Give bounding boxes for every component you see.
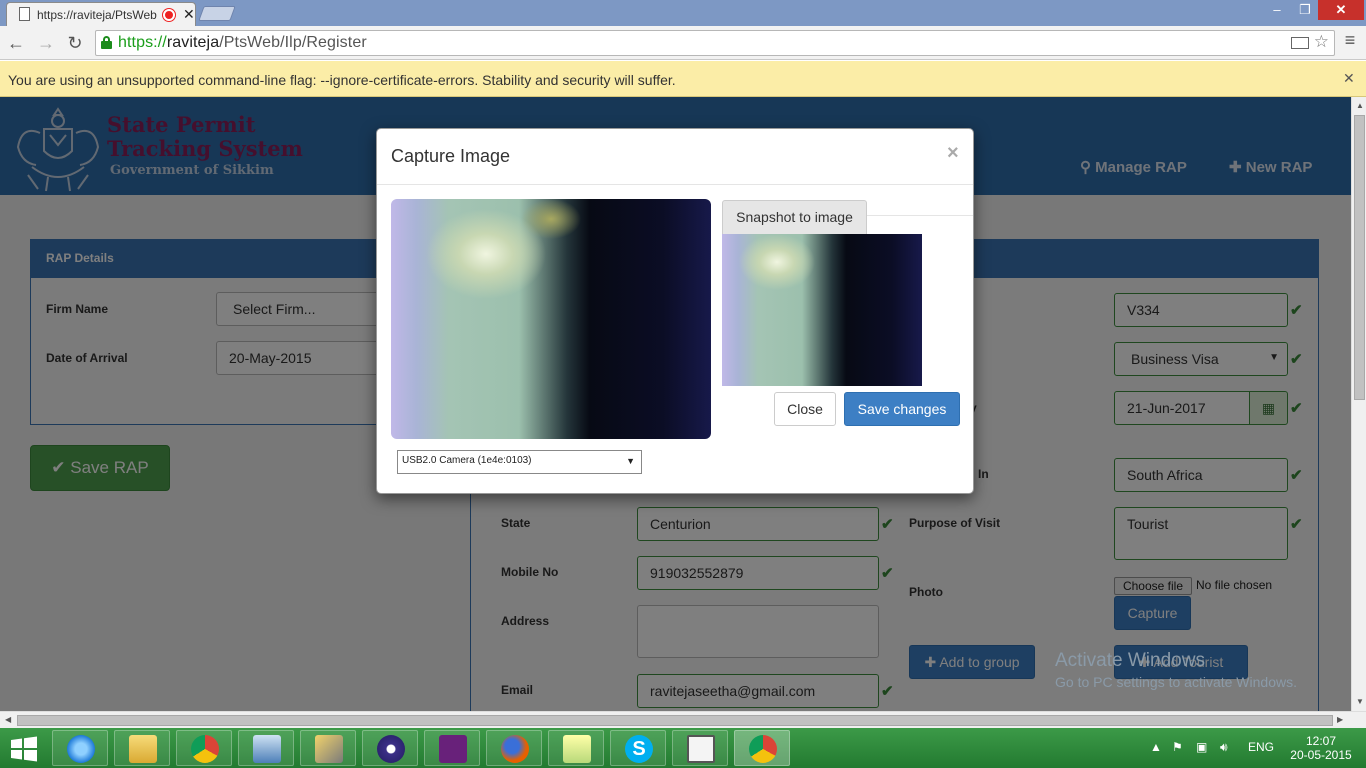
url-text: https://raviteja/PtsWeb/Ilp/Register [118, 34, 367, 51]
tools-icon[interactable] [300, 730, 356, 766]
ie-icon[interactable] [52, 730, 108, 766]
clock-time: 12:07 [1305, 734, 1337, 748]
eclipse-icon[interactable] [362, 730, 418, 766]
volume-icon[interactable]: 🔊︎ [1220, 740, 1228, 755]
chrome-active-icon[interactable] [734, 730, 790, 766]
windows-start-icon[interactable] [10, 736, 38, 762]
browser-tab[interactable]: https://raviteja/PtsWeb ✕ [6, 2, 196, 26]
vertical-scroll-thumb[interactable] [1354, 115, 1365, 400]
activation-watermark: Activate Windows Go to PC settings to ac… [1055, 650, 1297, 690]
close-button[interactable]: Close [774, 392, 836, 426]
skype-icon[interactable]: S [610, 730, 666, 766]
system-clock[interactable]: 12:07 20-05-2015 [1286, 734, 1356, 762]
page-favicon-icon [19, 7, 30, 21]
clock-date: 20-05-2015 [1290, 748, 1352, 762]
tab-close-icon[interactable]: ✕ [183, 6, 195, 23]
vertical-scrollbar[interactable]: ▲ ▼ [1351, 97, 1366, 711]
capture-image-modal: Capture Image × Snapshot to image Close … [376, 128, 974, 494]
modal-title: Capture Image [391, 146, 511, 166]
flag-icon[interactable]: ⚑ [1172, 740, 1183, 754]
window-restore-button[interactable]: ❐ [1292, 0, 1318, 20]
show-hidden-icons-icon[interactable]: ▲ [1150, 740, 1162, 754]
windows-taskbar: S ▲ ⚑ ▣ 🔊︎ ENG 12:07 20-05-2015 [0, 728, 1366, 768]
browser-toolbar: ← → ↻ https://raviteja/PtsWeb/Ilp/Regist… [0, 26, 1366, 60]
back-arrow-icon[interactable]: ← [5, 32, 27, 54]
network-icon[interactable]: ▣ [1196, 740, 1207, 754]
chrome-icon[interactable] [176, 730, 232, 766]
dropdown-arrow-icon: ▼ [626, 456, 635, 466]
browser-menu-icon[interactable]: ≡ [1341, 30, 1359, 54]
server-manager-icon[interactable] [238, 730, 294, 766]
window-minimize-button[interactable]: – [1262, 0, 1292, 20]
document-icon[interactable] [672, 730, 728, 766]
infobar: You are using an unsupported command-lin… [0, 61, 1366, 97]
watermark-line1: Activate Windows [1055, 650, 1205, 671]
infobar-close-icon[interactable]: ✕ [1343, 70, 1355, 87]
visual-studio-icon[interactable] [424, 730, 480, 766]
notes-icon[interactable] [548, 730, 604, 766]
forward-arrow-icon[interactable]: → [35, 32, 57, 54]
address-bar[interactable]: https://raviteja/PtsWeb/Ilp/Register ☆ [95, 30, 1335, 56]
window-close-button[interactable]: ✕ [1318, 0, 1364, 20]
bookmark-star-icon[interactable]: ☆ [1314, 32, 1329, 52]
horizontal-scroll-thumb[interactable] [17, 715, 1333, 726]
scroll-right-icon[interactable]: ▶ [1337, 715, 1343, 724]
snapshot-button[interactable]: Snapshot to image [722, 200, 867, 234]
snapshot-image [722, 234, 922, 386]
modal-divider [377, 184, 973, 185]
reload-icon[interactable]: ↻ [64, 32, 86, 54]
snapshot-divider [867, 215, 973, 216]
language-indicator[interactable]: ENG [1248, 740, 1274, 754]
firefox-icon[interactable] [486, 730, 542, 766]
camera-select[interactable]: USB2.0 Camera (1e4e:0103) ▼ [397, 450, 642, 474]
save-changes-button[interactable]: Save changes [844, 392, 960, 426]
secure-lock-icon [101, 36, 112, 49]
file-explorer-icon[interactable] [114, 730, 170, 766]
new-tab-button[interactable] [198, 6, 236, 21]
scroll-left-icon[interactable]: ◀ [5, 715, 11, 724]
horizontal-scrollbar[interactable]: ◀ ▶ [0, 711, 1366, 728]
camera-in-use-icon[interactable] [1291, 37, 1309, 49]
scroll-down-icon[interactable]: ▼ [1356, 697, 1364, 706]
camera-video-preview [391, 199, 711, 439]
watermark-line2: Go to PC settings to activate Windows. [1055, 674, 1297, 690]
modal-close-icon[interactable]: × [947, 142, 959, 165]
infobar-message: You are using an unsupported command-lin… [8, 72, 676, 88]
tab-title: https://raviteja/PtsWeb [37, 8, 157, 22]
recording-indicator-icon [163, 9, 175, 21]
scroll-up-icon[interactable]: ▲ [1356, 101, 1364, 110]
